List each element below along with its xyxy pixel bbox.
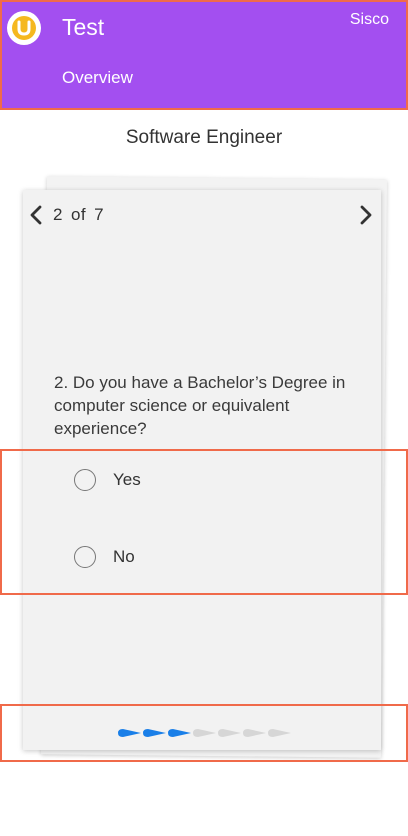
radio-button-no[interactable] [74,546,96,568]
progress-step-done [143,729,166,737]
option-label-yes: Yes [113,470,141,489]
pager-of: of [70,205,87,224]
progress-step-pending [218,729,241,737]
progress-indicator [118,729,291,737]
progress-step-pending [268,729,291,737]
tab-overview[interactable]: Overview [62,68,133,88]
progress-step-pending [193,729,216,737]
answer-options [0,449,408,595]
pager-total: 7 [94,205,105,224]
question-pager: 2 of 7 [53,205,104,225]
option-label-no: No [113,547,135,566]
brand-logo-icon[interactable] [7,11,41,45]
chevron-left-icon[interactable] [28,205,46,225]
app-header: Test Sisco Overview [0,0,408,110]
progress-step-pending [243,729,266,737]
option-yes[interactable]: Yes [74,466,141,494]
radio-button-yes[interactable] [74,469,96,491]
question-text: 2. Do you have a Bachelor’s Degree in co… [54,373,346,438]
chevron-right-icon[interactable] [356,205,374,225]
user-name[interactable]: Sisco [350,11,389,29]
progress-step-done [168,729,191,737]
option-no[interactable]: No [74,543,135,571]
pager-current: 2 [53,205,63,224]
app-title: Test [62,14,105,40]
page-title: Software Engineer [125,127,283,148]
progress-step-done [118,729,141,737]
